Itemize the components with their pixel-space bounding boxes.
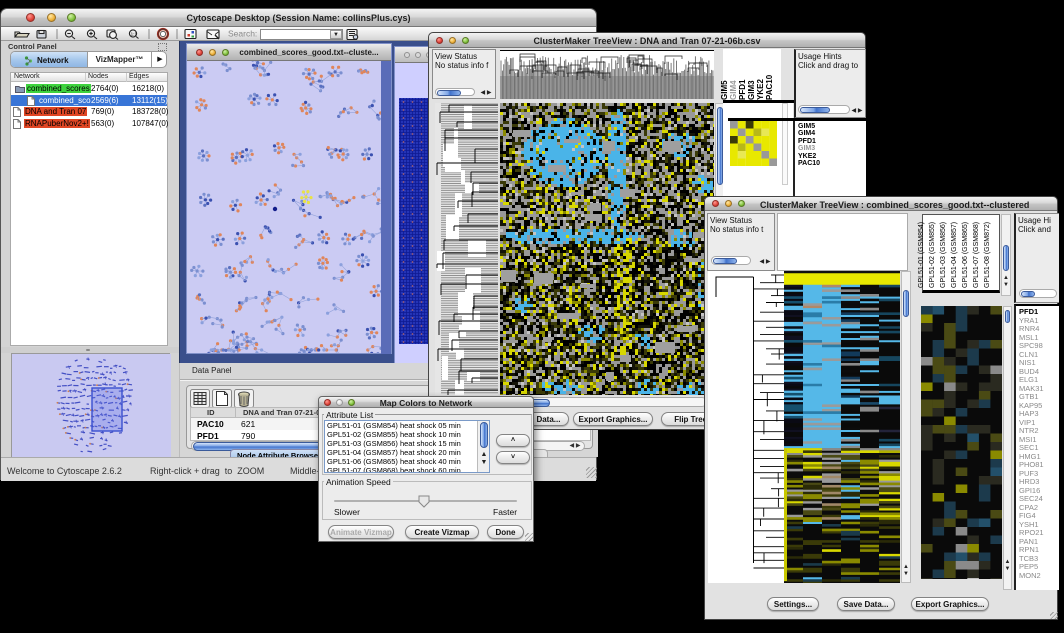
svg-text:1:1: 1:1 (131, 32, 138, 37)
svg-text:Search:: Search: (228, 29, 257, 39)
